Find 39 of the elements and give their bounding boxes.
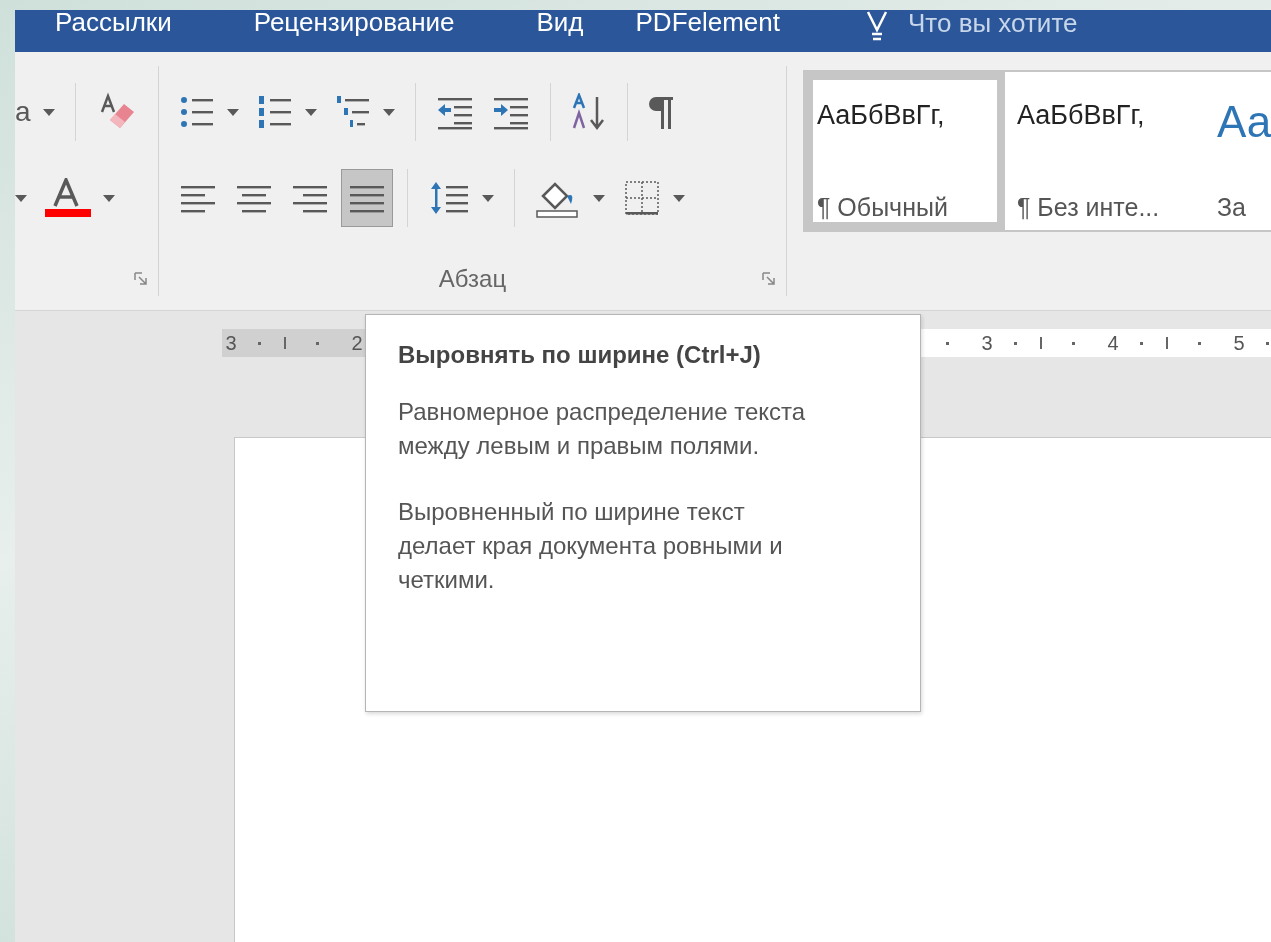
multilevel-list-icon	[335, 94, 371, 130]
caret-icon	[103, 194, 115, 202]
tell-me-field[interactable]: Что вы хотите	[908, 10, 1078, 39]
caret-icon	[593, 194, 605, 202]
align-right-icon	[291, 183, 329, 213]
ruler-number: 3	[980, 331, 994, 355]
sort-icon	[571, 93, 607, 131]
group-label: Абзац	[438, 265, 507, 293]
caret-icon	[383, 108, 395, 116]
tooltip-text: Выровненный по ширине текст делает края документа ровными и четкими.	[398, 497, 784, 596]
ruler-number: 4	[1106, 331, 1120, 355]
borders-icon	[623, 179, 661, 217]
caret-icon	[482, 194, 494, 202]
tooltip-text: Равномерное распределение текста между левым и правым полями.	[398, 397, 807, 462]
numbered-list-icon	[257, 94, 293, 130]
change-case-button[interactable]: а	[15, 83, 61, 141]
caret-icon	[305, 108, 317, 116]
ribbon-tab[interactable]: Вид	[536, 10, 584, 38]
ribbon-tab[interactable]: PDFelement	[635, 10, 780, 38]
tooltip-title: Выровнять по ширине (Ctrl+J)	[398, 341, 762, 369]
style-item[interactable]: АаБбВвГг, ¶ Обычный	[805, 72, 1005, 230]
ribbon-tab[interactable]: Рассылки	[55, 10, 172, 38]
ruler-number: 5	[1232, 331, 1246, 355]
ribbon-tab[interactable]: Рецензирование	[253, 10, 455, 38]
caret-icon	[15, 194, 27, 202]
font-color-icon	[45, 178, 91, 218]
align-left-icon	[179, 183, 217, 213]
launcher-icon[interactable]	[134, 272, 148, 286]
justify-icon	[348, 183, 386, 213]
launcher-icon[interactable]	[762, 272, 776, 286]
ruler-number: 3	[224, 331, 238, 355]
lightbulb-icon	[864, 10, 890, 42]
caret-icon	[673, 194, 685, 202]
bullet-list-icon	[179, 94, 215, 130]
caret-icon	[42, 108, 55, 116]
justify-button[interactable]	[341, 169, 393, 227]
align-center-icon	[235, 183, 273, 213]
ruler-number: 2	[350, 331, 364, 355]
caret-icon	[227, 108, 239, 116]
